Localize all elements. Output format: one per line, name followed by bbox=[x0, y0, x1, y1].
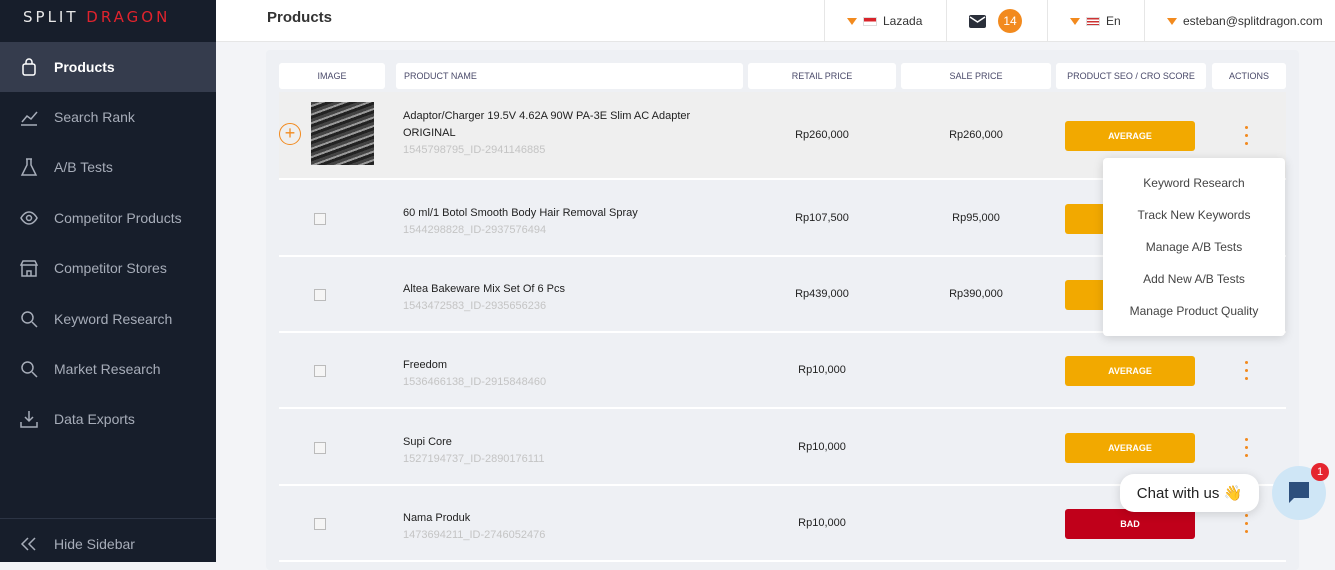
caret-down-icon bbox=[1167, 17, 1177, 25]
product-name[interactable]: Adaptor/Charger 19.5V 4.62A 90W PA-3E Sl… bbox=[403, 108, 723, 142]
mail-icon bbox=[969, 14, 986, 28]
notifications[interactable]: 14 bbox=[946, 0, 1047, 42]
column-header[interactable]: RETAIL PRICE bbox=[748, 63, 896, 89]
broken-image-icon bbox=[314, 289, 326, 301]
sidebar-item-market-research[interactable]: Market Research bbox=[0, 344, 216, 394]
sidebar-item-competitor-stores[interactable]: Competitor Stores bbox=[0, 243, 216, 293]
menu-item[interactable]: Manage A/B Tests bbox=[1103, 231, 1285, 263]
bag-icon bbox=[22, 58, 36, 76]
product-id: 1543472583_ID-2935656236 bbox=[403, 300, 547, 312]
store-icon bbox=[20, 260, 38, 277]
page-title: Products bbox=[267, 9, 333, 26]
product-id: 1545798795_ID-2941146885 bbox=[403, 144, 546, 156]
score-badge[interactable]: AVERAGE bbox=[1065, 432, 1195, 463]
product-id: 1536466138_ID-2915848460 bbox=[403, 376, 547, 388]
flask-icon bbox=[20, 158, 38, 176]
sidebar: SPLIT DRAGON Products Search Rank A/B Test… bbox=[0, 0, 216, 562]
flag-icon bbox=[863, 16, 877, 26]
retail-price: Rp10,000 bbox=[798, 517, 846, 529]
sidebar-item-search-rank[interactable]: Search Rank bbox=[0, 92, 216, 142]
menu-item[interactable]: Keyword Research bbox=[1103, 167, 1285, 199]
us-flag-icon bbox=[1086, 16, 1100, 26]
menu-item[interactable]: Track New Keywords bbox=[1103, 199, 1285, 231]
sale-price: Rp390,000 bbox=[949, 288, 1003, 300]
retail-price: Rp10,000 bbox=[798, 364, 846, 376]
product-name[interactable]: Supi Core bbox=[403, 434, 723, 451]
product-id: 1527194737_ID-2890176111 bbox=[403, 452, 545, 465]
eye-icon bbox=[20, 211, 38, 225]
kebab-menu-icon[interactable] bbox=[1245, 514, 1249, 538]
kebab-menu-icon[interactable] bbox=[1245, 437, 1249, 462]
retail-price: Rp107,500 bbox=[795, 211, 849, 224]
column-header[interactable]: SALE PRICE bbox=[901, 63, 1051, 89]
double-chevron-left-icon bbox=[20, 537, 36, 551]
chat-with-us-bubble[interactable]: Chat with us 👋 bbox=[1120, 474, 1259, 512]
kebab-menu-icon[interactable] bbox=[1245, 361, 1249, 385]
column-header[interactable]: ACTIONS bbox=[1212, 63, 1286, 89]
caret-down-icon bbox=[1070, 17, 1080, 25]
retail-price: Rp260,000 bbox=[795, 129, 849, 141]
chat-badge: 1 bbox=[1311, 463, 1329, 481]
score-badge[interactable]: BAD bbox=[1065, 509, 1195, 539]
chat-icon bbox=[1289, 482, 1309, 503]
kebab-menu-icon[interactable] bbox=[1245, 126, 1249, 150]
sidebar-item-competitor-products[interactable]: Competitor Products bbox=[0, 193, 216, 243]
product-name[interactable]: Altea Bakeware Mix Set Of 6 Pcs bbox=[403, 281, 723, 298]
product-id: 1473694211_ID-2746052476 bbox=[403, 529, 546, 541]
product-name[interactable]: Nama Produk bbox=[403, 510, 723, 527]
actions-menu: Keyword Research Track New Keywords Manage… bbox=[1103, 158, 1285, 336]
sale-price: Rp95,000 bbox=[952, 211, 1000, 224]
sale-price: Rp260,000 bbox=[949, 129, 1003, 141]
language-selector[interactable]: En bbox=[1047, 0, 1144, 42]
header: Products Lazada 14 En esteban@splitdrago… bbox=[216, 0, 1335, 42]
table-row[interactable]: Freedom 1536466138_ID-2915848460 Rp10,000… bbox=[279, 333, 1286, 409]
broken-image-icon bbox=[314, 365, 326, 377]
search-icon bbox=[21, 311, 38, 328]
product-name[interactable]: 60 ml/1 Botol Smooth Body Hair Removal S… bbox=[403, 205, 723, 222]
marketplace-selector[interactable]: Lazada bbox=[824, 0, 946, 42]
score-badge[interactable]: AVERAGE bbox=[1065, 121, 1195, 151]
menu-item[interactable]: Manage Product Quality bbox=[1103, 295, 1285, 327]
sidebar-item-data-exports[interactable]: Data Exports bbox=[0, 394, 216, 444]
column-header[interactable]: PRODUCT NAME bbox=[396, 63, 743, 89]
product-image[interactable] bbox=[311, 102, 374, 165]
sidebar-item-products[interactable]: Products bbox=[0, 42, 216, 92]
column-header[interactable]: PRODUCT SEO / CRO SCORE bbox=[1056, 63, 1206, 89]
retail-price: Rp10,000 bbox=[798, 440, 846, 453]
sidebar-item-keyword-research[interactable]: Keyword Research bbox=[0, 294, 216, 344]
column-header[interactable]: IMAGE bbox=[279, 63, 385, 89]
notification-badge: 14 bbox=[998, 9, 1022, 33]
caret-down-icon bbox=[847, 17, 857, 25]
retail-price: Rp439,000 bbox=[795, 288, 849, 300]
download-icon bbox=[20, 411, 38, 428]
product-id: 1544298828_ID-2937576494 bbox=[403, 223, 547, 236]
product-name[interactable]: Freedom bbox=[403, 357, 723, 374]
logo[interactable]: SPLIT DRAGON bbox=[23, 8, 170, 26]
search-icon bbox=[21, 361, 38, 378]
broken-image-icon bbox=[314, 441, 326, 454]
broken-image-icon bbox=[314, 518, 326, 530]
menu-item[interactable]: Add New A/B Tests bbox=[1103, 263, 1285, 295]
sidebar-item-a-b-tests[interactable]: A/B Tests bbox=[0, 142, 216, 192]
user-menu[interactable]: esteban@splitdragon.com bbox=[1144, 0, 1335, 42]
broken-image-icon bbox=[314, 212, 326, 225]
score-badge[interactable]: AVERAGE bbox=[1065, 356, 1195, 386]
expand-plus-icon[interactable]: + bbox=[279, 123, 301, 145]
chart-line-icon bbox=[21, 111, 38, 126]
